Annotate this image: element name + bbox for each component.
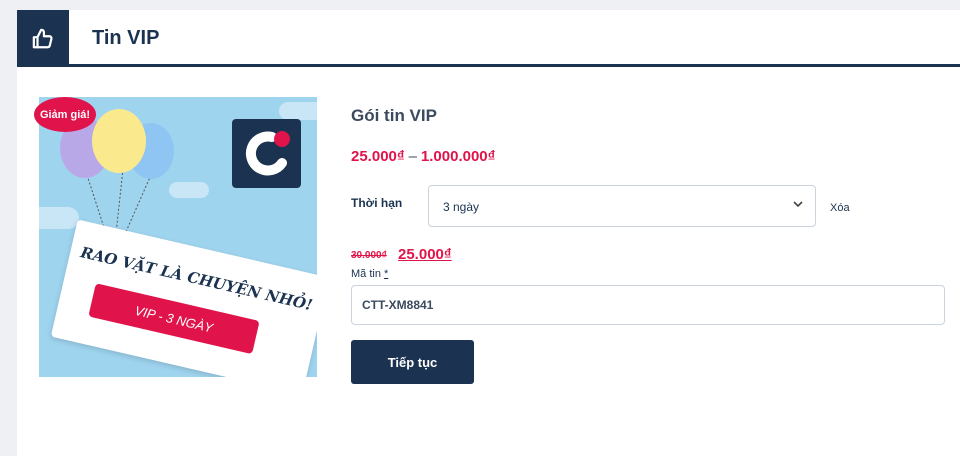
listing-code-input[interactable]: CTT-XM8841 <box>351 285 945 325</box>
thumbs-up-icon <box>17 10 69 67</box>
continue-button[interactable]: Tiếp tục <box>351 340 474 384</box>
section-title: Tin VIP <box>92 27 160 49</box>
code-label: Mã tin * <box>351 268 388 280</box>
price-min: 25.000₫ <box>351 148 405 165</box>
product-image[interactable]: RAO VẶT LÀ CHUYỆN NHỎ! VIP - 3 NGÀY <box>39 97 317 377</box>
old-price: 30.000₫ <box>351 250 387 261</box>
new-price: 25.000₫ <box>398 246 452 263</box>
cloud-decoration <box>279 102 317 120</box>
product-name: Gói tin VIP <box>351 106 437 125</box>
duration-select[interactable]: 3 ngày <box>428 185 816 227</box>
product-card: Tin VIP Giảm giá! RAO VẶT LÀ CHUYỆN NHỎ!… <box>17 10 960 456</box>
brand-logo <box>232 119 301 188</box>
clear-selection-link[interactable]: Xóa <box>830 202 850 214</box>
chevron-down-icon <box>793 198 803 212</box>
sale-badge: Giảm giá! <box>34 97 96 132</box>
price-range: 25.000₫ –1.000.000₫ <box>351 148 495 165</box>
duration-label: Thời hạn <box>351 196 403 210</box>
duration-selected-value: 3 ngày <box>443 200 480 214</box>
price-separator: – <box>408 148 417 165</box>
promo-card: RAO VẶT LÀ CHUYỆN NHỎ! VIP - 3 NGÀY <box>50 219 317 377</box>
price-max: 1.000.000₫ <box>420 148 496 165</box>
code-label-text: Mã tin <box>351 268 381 280</box>
section-header: Tin VIP <box>17 10 960 67</box>
required-mark: * <box>383 268 389 280</box>
